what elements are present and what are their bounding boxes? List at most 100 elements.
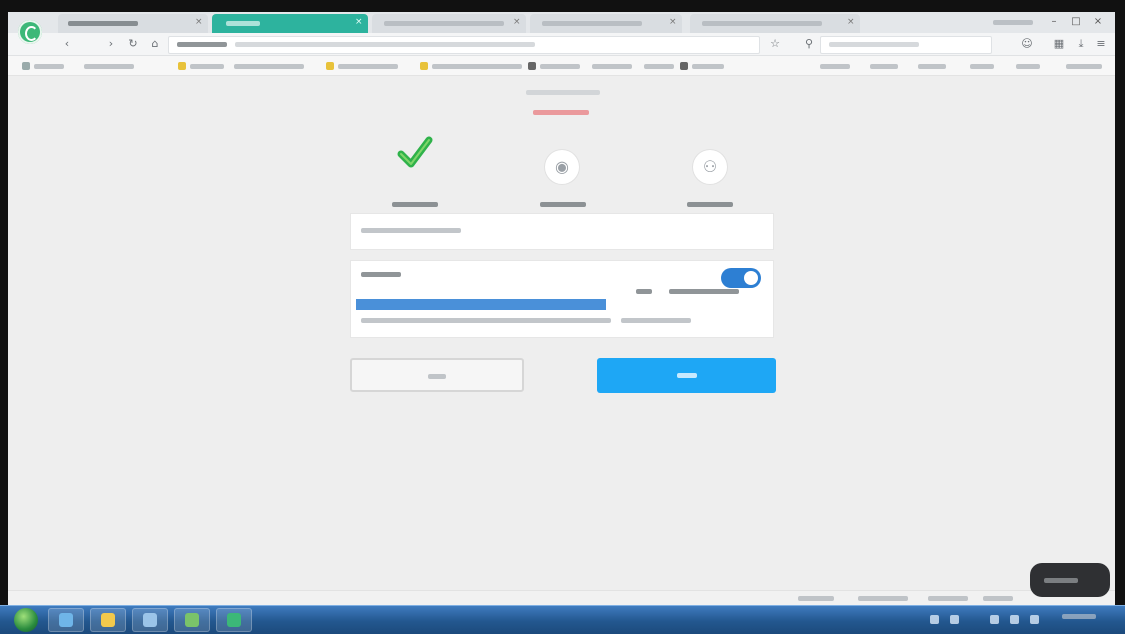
extensions-icon[interactable]: ▦ [1052, 37, 1066, 51]
bookmark-icon[interactable] [326, 62, 334, 70]
secondary-button-label [428, 374, 446, 379]
back-icon[interactable]: ‹ [60, 37, 74, 51]
status-item[interactable] [928, 596, 968, 601]
search-engine-icon[interactable]: ⚲ [802, 37, 816, 51]
browser-logo-icon [227, 613, 241, 627]
tray-icon[interactable] [1030, 615, 1039, 624]
check-icon [397, 136, 433, 168]
tab-5[interactable]: × [690, 14, 860, 33]
bookmark-item[interactable] [84, 64, 134, 69]
folder-icon [101, 613, 115, 627]
clock[interactable] [1062, 614, 1096, 619]
panel-label [361, 272, 401, 277]
primary-button[interactable] [597, 358, 776, 393]
bookmark-item[interactable] [338, 64, 398, 69]
bookmark-icon[interactable] [528, 62, 536, 70]
tab-title [702, 21, 822, 26]
bookmark-item[interactable] [34, 64, 64, 69]
maximize-icon[interactable]: □ [1070, 16, 1082, 28]
network-icon[interactable] [990, 615, 999, 624]
step-1-label [392, 202, 438, 207]
selected-text[interactable] [356, 299, 606, 310]
input-value [361, 228, 461, 233]
taskbar-item[interactable] [216, 608, 252, 632]
step-3-label [687, 202, 733, 207]
bookmark-item[interactable] [432, 64, 522, 69]
bookmark-item[interactable] [1016, 64, 1040, 69]
bookmark-item[interactable] [540, 64, 580, 69]
tab-3[interactable]: × [372, 14, 526, 33]
bookmark-item[interactable] [820, 64, 850, 69]
star-icon[interactable]: ☆ [768, 37, 782, 51]
tab-title [68, 21, 138, 26]
url-text [235, 42, 535, 47]
bookmark-item[interactable] [190, 64, 224, 69]
page-heading [526, 90, 600, 95]
url-text [177, 42, 227, 47]
home-icon[interactable]: ⌂ [148, 37, 162, 51]
toggle-switch[interactable] [721, 268, 761, 288]
bookmark-icon[interactable] [178, 62, 186, 70]
taskbar-item[interactable] [174, 608, 210, 632]
floating-widget[interactable] [1030, 563, 1110, 597]
browser-window: × × × × × – □ × ‹ › ↻ ⌂ ☆ ⚲ ☺ ▦ ⤓ ≡ ◉ ⚇ [8, 12, 1115, 605]
close-window-icon[interactable]: × [1092, 16, 1104, 28]
text-input[interactable] [350, 213, 774, 250]
bookmark-item[interactable] [644, 64, 674, 69]
taskbar-item[interactable] [132, 608, 168, 632]
url-field[interactable] [168, 36, 760, 54]
page-content: ◉ ⚇ [8, 76, 1115, 590]
tab-2-active[interactable]: × [212, 14, 368, 33]
tab-4[interactable]: × [530, 14, 682, 33]
step-3-indicator: ⚇ [693, 150, 727, 184]
bookmark-item[interactable] [592, 64, 632, 69]
step-2-indicator: ◉ [545, 150, 579, 184]
download-icon[interactable]: ⤓ [1074, 37, 1088, 51]
status-item[interactable] [858, 596, 908, 601]
close-icon[interactable]: × [195, 18, 203, 27]
status-item[interactable] [983, 596, 1013, 601]
windows-start-icon[interactable] [14, 608, 38, 632]
close-icon[interactable]: × [669, 18, 677, 27]
bookmark-item[interactable] [970, 64, 994, 69]
panel-option-text [636, 289, 652, 294]
bookmark-item[interactable] [234, 64, 304, 69]
bookmarks-bar [8, 56, 1115, 76]
panel-hint-text [621, 318, 691, 323]
tab-1[interactable]: × [58, 14, 208, 33]
app-icon [143, 613, 157, 627]
tab-strip-info [993, 20, 1033, 25]
step-circle-icon: ⚇ [702, 157, 718, 176]
bookmark-item[interactable] [1066, 64, 1102, 69]
bookmark-icon[interactable] [420, 62, 428, 70]
search-input[interactable] [820, 36, 992, 54]
forward-icon[interactable]: › [104, 37, 118, 51]
bookmark-icon[interactable] [680, 62, 688, 70]
status-bar [8, 590, 1115, 605]
app-icon [59, 613, 73, 627]
bookmark-icon[interactable] [22, 62, 30, 70]
bookmark-item[interactable] [918, 64, 946, 69]
close-icon[interactable]: × [355, 18, 363, 27]
taskbar-item[interactable] [48, 608, 84, 632]
refresh-icon[interactable]: ↻ [126, 37, 140, 51]
browser-logo-icon[interactable] [18, 20, 42, 44]
bookmark-item[interactable] [870, 64, 898, 69]
tray-icon[interactable] [930, 615, 939, 624]
status-item[interactable] [798, 596, 834, 601]
minimize-icon[interactable]: – [1048, 16, 1060, 28]
taskbar-item[interactable] [90, 608, 126, 632]
close-icon[interactable]: × [513, 18, 521, 27]
volume-icon[interactable] [1010, 615, 1019, 624]
menu-icon[interactable]: ≡ [1094, 37, 1108, 51]
tab-title [226, 21, 260, 26]
options-panel [350, 260, 774, 338]
bookmark-item[interactable] [692, 64, 724, 69]
panel-option-text [669, 289, 739, 294]
panel-hint-text [361, 318, 611, 323]
step-circle-icon: ◉ [555, 157, 569, 176]
tray-icon[interactable] [950, 615, 959, 624]
user-icon[interactable]: ☺ [1020, 37, 1034, 51]
close-icon[interactable]: × [847, 18, 855, 27]
secondary-button[interactable] [350, 358, 524, 392]
